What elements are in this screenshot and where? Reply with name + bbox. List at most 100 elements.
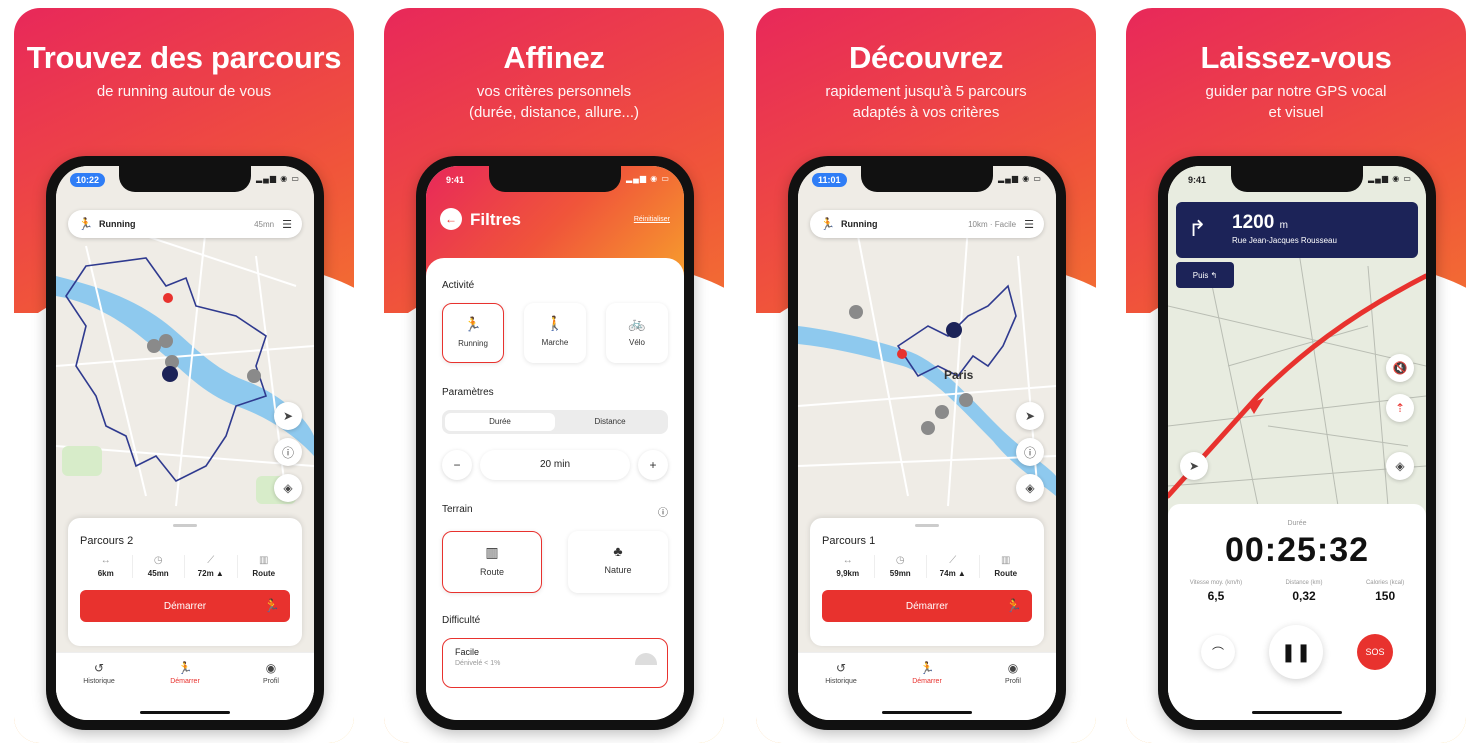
- panel-subline-2: adaptés à vos critères: [852, 104, 1000, 121]
- drag-handle[interactable]: [915, 524, 939, 527]
- info-button[interactable]: ⓘ: [1016, 438, 1044, 466]
- tab-label: Profil: [263, 678, 279, 685]
- phone-frame: 10:22 ▂▄▆ ◉ ▭ 🏃 Running 45mn ☰ ➤ ⓘ ◈ Par…: [46, 156, 324, 730]
- arrow-left-icon: ←: [445, 212, 457, 226]
- mute-button[interactable]: 🔇: [1386, 354, 1414, 382]
- param-segmented-control: Durée Distance: [442, 410, 668, 434]
- notch: [489, 166, 621, 192]
- stat-calories: Calories (kcal) 150: [1366, 580, 1404, 603]
- segment-distance[interactable]: Distance: [555, 413, 665, 431]
- street-name: Rue Jean-Jacques Rousseau: [1232, 236, 1337, 245]
- elevation-icon: ⟋: [949, 555, 957, 566]
- activity-label: Running: [458, 339, 488, 348]
- notch: [119, 166, 251, 192]
- run-controls: ⌒ ❚❚ SOS: [1168, 625, 1426, 679]
- status-icons: ▂▄▆ ◉ ▭: [998, 174, 1042, 183]
- sos-button[interactable]: SOS: [1357, 634, 1393, 670]
- activity-search-pill[interactable]: 🏃 Running 10km · Facile ☰: [810, 210, 1044, 238]
- layers-button[interactable]: ◈: [1386, 452, 1414, 480]
- activity-running[interactable]: 🏃 Running: [442, 303, 504, 363]
- runner-icon: 🏃: [78, 217, 93, 231]
- filter-icon[interactable]: ☰: [282, 218, 292, 231]
- status-icons: ▂▄▆ ◉ ▭: [256, 174, 300, 183]
- panel-subline: guider par notre GPS vocal et visuel: [1126, 81, 1466, 123]
- route-card[interactable]: Parcours 2 ↔ 6km ◷ 45mn ⟋ 72m ▲ ▥ Route Déma…: [68, 518, 302, 646]
- locate-button[interactable]: ➤: [274, 402, 302, 430]
- clock-icon: ◷: [895, 555, 905, 566]
- navigation-arrow-icon: ➤: [282, 409, 294, 423]
- pause-icon: ❚❚: [1280, 641, 1312, 662]
- stat-distance: Distance (km) 0,32: [1286, 580, 1323, 603]
- runner-icon: 🏃: [464, 316, 482, 332]
- terrain-label: Nature: [604, 565, 632, 575]
- minus-icon: −: [453, 458, 461, 472]
- activity-bike[interactable]: 🚲 Vélo: [606, 303, 668, 363]
- history-icon: ↺: [93, 661, 105, 675]
- distance-unit: m: [1279, 220, 1288, 231]
- drag-handle[interactable]: [173, 524, 197, 527]
- road-icon: ▥: [1001, 555, 1011, 566]
- stat-value: Route: [994, 569, 1018, 578]
- road-icon: ▥: [485, 544, 499, 560]
- phone-frame: 9:41 ▂▄▆ ◉ ▭ ← Filtres Réinitialiser Act…: [416, 156, 694, 730]
- terrain-road[interactable]: ▥ Route: [442, 531, 542, 593]
- info-icon[interactable]: ⓘ: [658, 504, 668, 519]
- start-button[interactable]: Démarrer 🏃: [80, 590, 290, 622]
- locate-button[interactable]: ➤: [1016, 402, 1044, 430]
- run-stats: Vitesse moy. (km/h) 6,5 Distance (km) 0,32…: [1168, 580, 1426, 603]
- panel-subline: de running autour de vous: [14, 81, 354, 102]
- tab-history[interactable]: ↺ Historique: [69, 661, 129, 720]
- back-button[interactable]: ←: [440, 208, 462, 230]
- status-icons: ▂▄▆ ◉ ▭: [626, 174, 670, 183]
- locate-button[interactable]: ➤: [1180, 452, 1208, 480]
- activity-search-pill[interactable]: 🏃 Running 45mn ☰: [68, 210, 302, 238]
- tab-profile[interactable]: ◉ Profil: [983, 661, 1043, 720]
- promo-panel-1: Trouvez des parcours de running autour d…: [14, 8, 354, 743]
- clock-icon: ◷: [153, 555, 163, 566]
- activity-meta: 45mn: [254, 219, 275, 229]
- layers-button[interactable]: ◈: [274, 474, 302, 502]
- runner-icon: 🏃: [1005, 598, 1022, 613]
- section-label: Terrain: [442, 504, 473, 515]
- segment-duration[interactable]: Durée: [445, 413, 555, 431]
- terrain-nature[interactable]: ♣ Nature: [568, 531, 668, 593]
- start-button[interactable]: Démarrer 🏃: [822, 590, 1032, 622]
- info-button[interactable]: ⓘ: [274, 438, 302, 466]
- elevation-button[interactable]: ⌒: [1201, 635, 1235, 669]
- route-stats: ↔ 9,9km ◷ 59mn ⟋ 74m ▲ ▥ Route: [822, 555, 1032, 578]
- turn-distance: 1200 m: [1232, 212, 1288, 234]
- bike-icon: 🚲: [628, 315, 646, 331]
- decrement-button[interactable]: −: [442, 450, 472, 480]
- layers-icon: ◈: [1025, 481, 1035, 495]
- route-card[interactable]: Parcours 1 ↔ 9,9km ◷ 59mn ⟋ 74m ▲ ▥ Route Dé…: [810, 518, 1044, 646]
- increment-button[interactable]: +: [638, 450, 668, 480]
- stat-value: 72m ▲: [197, 569, 224, 578]
- stat-terrain: ▥ Route: [238, 555, 291, 578]
- activity-walking[interactable]: 🚶 Marche: [524, 303, 586, 363]
- layers-button[interactable]: ◈: [1016, 474, 1044, 502]
- reset-link[interactable]: Réinitialiser: [634, 216, 670, 223]
- start-button-label: Démarrer: [905, 600, 949, 612]
- compass-icon: ⇡: [1394, 401, 1406, 415]
- tab-profile[interactable]: ◉ Profil: [241, 661, 301, 720]
- activity-meta: 10km · Facile: [968, 219, 1017, 229]
- activity-options: 🏃 Running 🚶 Marche 🚲 Vélo: [442, 303, 668, 363]
- stat-value: 0,32: [1292, 589, 1316, 603]
- phone-screen: 9:41 ▂▄▆ ◉ ▭ ← Filtres Réinitialiser Act…: [426, 166, 684, 720]
- panel-subline: vos critères personnels (durée, distance…: [384, 81, 724, 123]
- then-label: Puis: [1192, 270, 1209, 280]
- difficulty-option-easy[interactable]: Facile Dénivelé < 1%: [442, 638, 668, 688]
- promo-panel-3: Découvrez rapidement jusqu'à 5 parcours …: [756, 8, 1096, 743]
- panel-subline-1: rapidement jusqu'à 5 parcours: [825, 83, 1027, 100]
- route-stats: ↔ 6km ◷ 45mn ⟋ 72m ▲ ▥ Route: [80, 555, 290, 578]
- stat-value: 45mn: [147, 569, 169, 578]
- tab-history[interactable]: ↺ Historique: [811, 661, 871, 720]
- home-indicator: [882, 711, 972, 714]
- activity-label: Marche: [541, 338, 569, 347]
- pause-button[interactable]: ❚❚: [1269, 625, 1323, 679]
- navigation-banner: ↱ 1200 m Rue Jean-Jacques Rousseau: [1176, 202, 1418, 258]
- navigation-arrow-icon: ➤: [1024, 409, 1036, 423]
- compass-button[interactable]: ⇡: [1386, 394, 1414, 422]
- filter-icon[interactable]: ☰: [1024, 218, 1034, 231]
- panel-headline: Découvrez: [848, 40, 1004, 75]
